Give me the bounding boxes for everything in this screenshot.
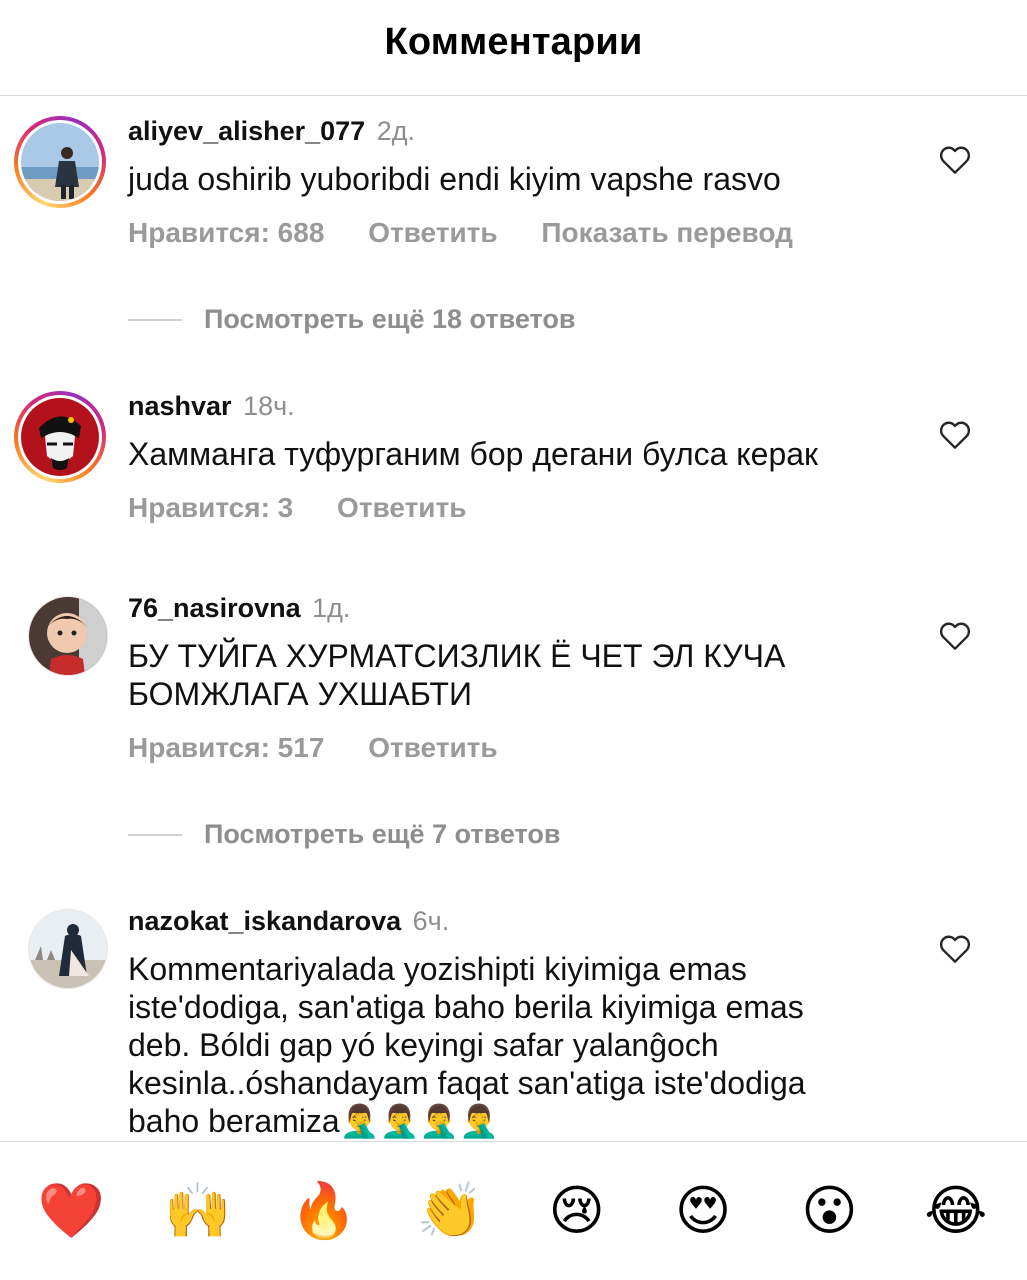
comment-time: 18ч. bbox=[243, 391, 295, 421]
view-replies-button[interactable]: Посмотреть ещё 18 ответов bbox=[128, 304, 575, 335]
comment-text-line: iste'dodiga, san'atiga baho berila kiyim… bbox=[128, 989, 804, 1025]
likes-count[interactable]: Нравится: 3 bbox=[128, 492, 293, 523]
comment-text-line: Kommentariyalada yozishipti kiyimiga ema… bbox=[128, 951, 747, 987]
reaction-raised-hands[interactable]: 🙌 bbox=[153, 1181, 243, 1241]
avatar-photo bbox=[29, 910, 107, 988]
comment-text: juda oshirib yuboribdi endi kiyim vapshe… bbox=[128, 161, 781, 197]
page-title: Комментарии bbox=[384, 21, 643, 63]
heart-outline-icon[interactable] bbox=[939, 621, 971, 651]
reaction-surprised[interactable]: 😮 bbox=[784, 1181, 874, 1241]
comment-actions: Нравится: 688 Ответить Показать перевод bbox=[128, 217, 829, 249]
reply-button[interactable]: Ответить bbox=[337, 492, 466, 523]
reply-button[interactable]: Ответить bbox=[368, 217, 497, 248]
replies-divider bbox=[128, 833, 182, 836]
comment-meta: aliyev_alisher_077 2д. bbox=[128, 116, 415, 147]
reaction-heart-eyes[interactable]: 😍 bbox=[658, 1181, 748, 1241]
comments-list[interactable]: aliyev_alisher_077 2д. juda oshirib yubo… bbox=[0, 96, 1027, 1142]
comment-meta: nazokat_iskandarova 6ч. bbox=[128, 906, 449, 937]
heart-outline-icon[interactable] bbox=[939, 420, 971, 450]
show-translation-button[interactable]: Показать перевод bbox=[541, 217, 793, 248]
avatar-photo bbox=[29, 597, 107, 675]
comment-time: 2д. bbox=[376, 116, 415, 146]
comment-text-line: БОМЖЛАГА УХШАБТИ bbox=[128, 676, 472, 712]
comment-text-line: deb. Bóldi gap yó keyingi safar yalanĝoc… bbox=[128, 1027, 719, 1063]
comment-text-line: БУ ТУЙГА ХУРМАТСИЗЛИК Ё ЧЕТ ЭЛ КУЧА bbox=[128, 638, 786, 674]
reaction-clap[interactable]: 👏 bbox=[405, 1181, 495, 1241]
avatar-photo bbox=[21, 123, 99, 201]
comment-actions: Нравится: 3 Ответить bbox=[128, 492, 502, 524]
view-replies-label: Посмотреть ещё 18 ответов bbox=[204, 304, 576, 334]
quick-reactions-bar: ❤️ 🙌 🔥 👏 😢 😍 😮 😂 bbox=[0, 1142, 1027, 1280]
reply-button[interactable]: Ответить bbox=[368, 732, 497, 763]
avatar[interactable] bbox=[28, 909, 108, 989]
reaction-fire[interactable]: 🔥 bbox=[279, 1181, 369, 1241]
avatar-photo bbox=[21, 398, 99, 476]
comment-text-line: baho beramiza🤦‍♂️🤦‍♂️🤦‍♂️🤦‍♂️ bbox=[128, 1103, 500, 1139]
reaction-heart[interactable]: ❤️ bbox=[26, 1181, 116, 1241]
comment-time: 6ч. bbox=[412, 906, 450, 936]
likes-count[interactable]: Нравится: 517 bbox=[128, 732, 324, 763]
comment-actions: Нравится: 517 Ответить bbox=[128, 732, 534, 764]
comments-screen: Комментарии aliyev_alisher_077 2д. juda … bbox=[0, 0, 1027, 1280]
header: Комментарии bbox=[0, 0, 1027, 96]
reaction-laughing[interactable]: 😂 bbox=[911, 1181, 1001, 1241]
comment-username[interactable]: nashvar bbox=[128, 391, 232, 421]
reaction-crying[interactable]: 😢 bbox=[532, 1181, 622, 1241]
comment-text: Хамманга туфурганим бор дегани булса кер… bbox=[128, 436, 819, 472]
comment-meta: nashvar 18ч. bbox=[128, 391, 295, 422]
view-replies-button[interactable]: Посмотреть ещё 7 ответов bbox=[128, 819, 560, 850]
avatar[interactable] bbox=[14, 116, 106, 208]
comment-username[interactable]: 76_nasirovna bbox=[128, 593, 301, 623]
likes-count[interactable]: Нравится: 688 bbox=[128, 217, 324, 248]
comment-text: Kommentariyalada yozishipti kiyimiga ema… bbox=[128, 950, 918, 1140]
comment-text-line: kesinla..óshandayam faqat san'atiga iste… bbox=[128, 1065, 806, 1101]
replies-divider bbox=[128, 318, 182, 321]
avatar[interactable] bbox=[28, 596, 108, 676]
comment-text: БУ ТУЙГА ХУРМАТСИЗЛИК Ё ЧЕТ ЭЛ КУЧА БОМЖ… bbox=[128, 637, 918, 713]
comment-meta: 76_nasirovna 1д. bbox=[128, 593, 350, 624]
avatar[interactable] bbox=[14, 391, 106, 483]
heart-outline-icon[interactable] bbox=[939, 145, 971, 175]
view-replies-label: Посмотреть ещё 7 ответов bbox=[204, 819, 561, 849]
heart-outline-icon[interactable] bbox=[939, 934, 971, 964]
comment-username[interactable]: aliyev_alisher_077 bbox=[128, 116, 365, 146]
comment-time: 1д. bbox=[312, 593, 351, 623]
comment-username[interactable]: nazokat_iskandarova bbox=[128, 906, 401, 936]
